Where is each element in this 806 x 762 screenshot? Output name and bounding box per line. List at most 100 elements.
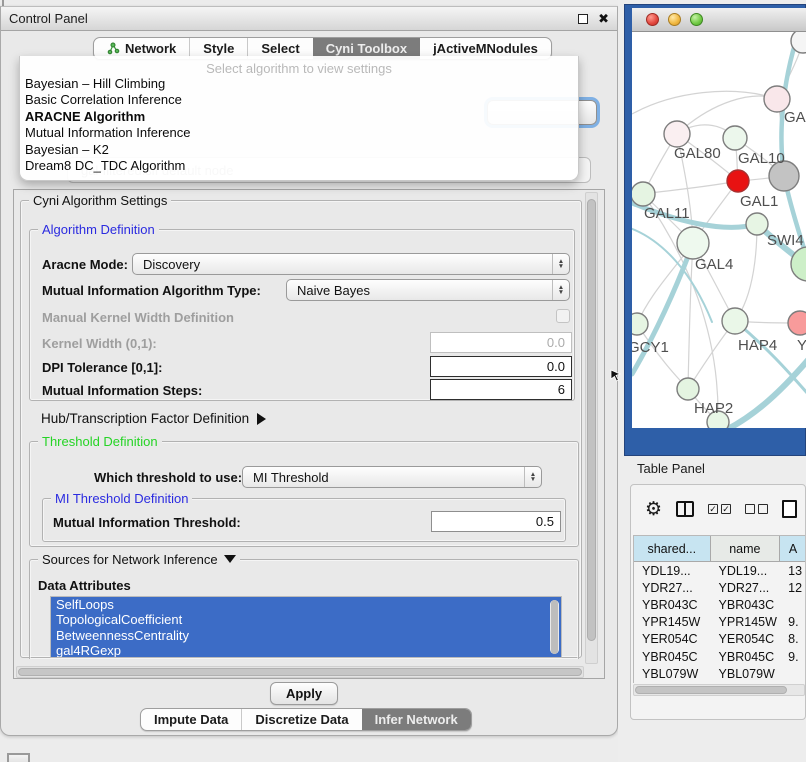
table-row[interactable]: YBR043CYBR043C <box>634 596 806 613</box>
kernel-width-label: Kernel Width (0,1): <box>42 336 157 351</box>
mi-steps-field[interactable]: 6 <box>430 379 572 400</box>
sources-title[interactable]: Sources for Network Inference <box>38 552 240 567</box>
table-row[interactable]: YER054CYER054C8. <box>634 631 806 648</box>
tab-discretize-data[interactable]: Discretize Data <box>242 709 361 730</box>
table-row[interactable]: YBR045CYBR045C9. <box>634 648 806 665</box>
table-row[interactable]: YDR27...YDR27...12 <box>634 579 806 596</box>
column-header-partial[interactable]: A <box>780 536 806 562</box>
screenshot-root: Control Panel ✖ Network Style Select Cyn <box>0 0 806 762</box>
table-row[interactable]: YBL079WYBL079W <box>634 665 806 682</box>
mi-threshold-definition-group: MI Threshold Definition Mutual Informati… <box>42 498 566 542</box>
manual-kernel-label: Manual Kernel Width Definition <box>42 310 234 325</box>
menu-item-bayesian-k2[interactable]: Bayesian – K2 <box>20 142 578 158</box>
table-row[interactable]: YLR345WYLR345W9. <box>634 682 806 683</box>
node-gal10[interactable] <box>723 126 747 150</box>
node-label: GAL11 <box>644 205 690 222</box>
threshold-definition-group: Threshold Definition Which threshold to … <box>29 441 579 547</box>
menu-item-mutual-information[interactable]: Mutual Information Inference <box>20 125 578 141</box>
menu-item-basic-correlation[interactable]: Basic Correlation Inference <box>20 92 578 108</box>
node-gal4[interactable] <box>677 227 709 259</box>
combo-stepper-icon: ▲▼ <box>524 467 541 487</box>
column-header-shared-name[interactable]: shared... <box>634 536 711 562</box>
settings-horizontal-scrollbar[interactable] <box>16 666 584 678</box>
node-gal80[interactable] <box>664 121 690 147</box>
float-window-icon[interactable] <box>578 14 588 24</box>
list-item-betweennesscentrality[interactable]: BetweennessCentrality <box>51 628 561 643</box>
table-row[interactable]: YDL19...YDL19...13 <box>634 562 806 579</box>
node-label: HAP2 <box>694 400 733 417</box>
mi-threshold-field[interactable]: 0.5 <box>431 511 561 532</box>
tab-impute-data[interactable]: Impute Data <box>141 709 242 730</box>
mouse-cursor-icon <box>610 369 622 383</box>
apply-button[interactable]: Apply <box>270 682 338 705</box>
menu-item-bayesian-hill-climbing[interactable]: Bayesian – Hill Climbing <box>20 76 578 92</box>
settings-vertical-scrollbar[interactable] <box>585 192 598 664</box>
document-icon[interactable] <box>782 500 797 518</box>
network-icon <box>107 42 120 55</box>
gear-icon[interactable]: ⚙ <box>645 500 662 519</box>
aracne-mode-label: Aracne Mode: <box>42 257 128 272</box>
list-item-topologicalcoefficient[interactable]: TopologicalCoefficient <box>51 612 561 627</box>
menu-item-dream8[interactable]: Dream8 DC_TDC Algorithm <box>20 158 578 174</box>
node-attribute-table[interactable]: shared... name A YDL19...YDL19...13 YDR2… <box>633 535 806 683</box>
table-panel-toolbar: ⚙ ✓✓ <box>631 485 805 533</box>
algorithm-popup-placeholder: Select algorithm to view settings <box>20 56 578 76</box>
node-label: GAL4 <box>695 256 733 273</box>
algorithm-definition-title: Algorithm Definition <box>38 222 159 237</box>
node-gcy1[interactable] <box>632 313 648 335</box>
cyni-algorithm-settings-group: Cyni Algorithm Settings Algorithm Defini… <box>20 200 582 658</box>
bottom-left-button-stub[interactable] <box>7 753 30 762</box>
hub-definition-toggle[interactable]: Hub/Transcription Factor Definition <box>41 411 266 426</box>
dpi-tolerance-label: DPI Tolerance [0,1]: <box>42 360 162 375</box>
close-icon[interactable]: ✖ <box>598 14 609 24</box>
node-swi4[interactable] <box>746 213 768 235</box>
cyni-algorithm-settings-title: Cyni Algorithm Settings <box>29 193 171 208</box>
attribute-list-scrollbar[interactable] <box>550 600 559 654</box>
network-view-window: GAL GAL80 GAL10 GAL1 GAL11 SWI4 GAL4 GCY… <box>624 4 806 456</box>
node-gal11[interactable] <box>632 182 655 206</box>
node-label: SWI4 <box>767 232 804 249</box>
mi-type-combo[interactable]: Naive Bayes ▲▼ <box>286 279 570 301</box>
close-traffic-light-icon[interactable] <box>646 13 659 26</box>
control-panel-window: Control Panel ✖ Network Style Select Cyn <box>0 6 618 736</box>
table-header-row: shared... name A <box>634 536 806 562</box>
dpi-tolerance-field[interactable]: 0.0 <box>430 356 572 377</box>
tab-infer-network[interactable]: Infer Network <box>362 709 471 730</box>
list-item-gal4rgexp[interactable]: gal4RGexp <box>51 643 561 658</box>
combo-stepper-icon: ▲▼ <box>552 254 569 274</box>
which-threshold-label: Which threshold to use: <box>94 470 242 485</box>
aracne-mode-combo[interactable]: Discovery ▲▼ <box>132 253 570 275</box>
which-threshold-combo[interactable]: MI Threshold ▲▼ <box>242 466 542 488</box>
collapsed-arrow-icon <box>257 413 266 425</box>
node-pink-right[interactable] <box>788 311 806 335</box>
column-header-name[interactable]: name <box>711 536 781 562</box>
table-horizontal-scrollbar[interactable] <box>633 684 805 696</box>
deselect-all-columns-icon[interactable] <box>745 504 768 514</box>
split-columns-icon[interactable] <box>676 501 694 517</box>
data-attributes-list: SelfLoops TopologicalCoefficient Between… <box>50 596 562 658</box>
node-label: GCY1 <box>632 339 669 356</box>
mi-type-label: Mutual Information Algorithm Type: <box>42 283 261 298</box>
node-label: GAL10 <box>738 150 785 167</box>
cyni-settings-scrollpane: Cyni Algorithm Settings Algorithm Defini… <box>13 189 605 679</box>
zoom-traffic-light-icon[interactable] <box>690 13 703 26</box>
network-canvas[interactable]: GAL GAL80 GAL10 GAL1 GAL11 SWI4 GAL4 GCY… <box>632 32 806 428</box>
data-attributes-label: Data Attributes <box>38 578 131 593</box>
mi-threshold-definition-title: MI Threshold Definition <box>51 491 192 506</box>
select-all-columns-icon[interactable]: ✓✓ <box>708 504 731 514</box>
minimize-traffic-light-icon[interactable] <box>668 13 681 26</box>
threshold-definition-title: Threshold Definition <box>38 434 162 449</box>
control-panel-title: Control Panel <box>9 11 88 26</box>
table-row[interactable]: YPR145WYPR145W9. <box>634 614 806 631</box>
algorithm-definition-group: Algorithm Definition Aracne Mode: Discov… <box>29 229 575 401</box>
control-panel-titlebar: Control Panel ✖ <box>1 7 617 31</box>
node-selected-red[interactable] <box>727 170 749 192</box>
table-panel-title: Table Panel <box>637 461 705 476</box>
node-hap2[interactable] <box>677 378 699 400</box>
menu-item-aracne[interactable]: ARACNE Algorithm <box>20 109 578 125</box>
network-window-titlebar <box>632 8 806 32</box>
list-item-selfloops[interactable]: SelfLoops <box>51 597 561 612</box>
manual-kernel-checkbox[interactable] <box>556 309 570 323</box>
node-hap4[interactable] <box>722 308 748 334</box>
node-label: HAP4 <box>738 337 777 354</box>
